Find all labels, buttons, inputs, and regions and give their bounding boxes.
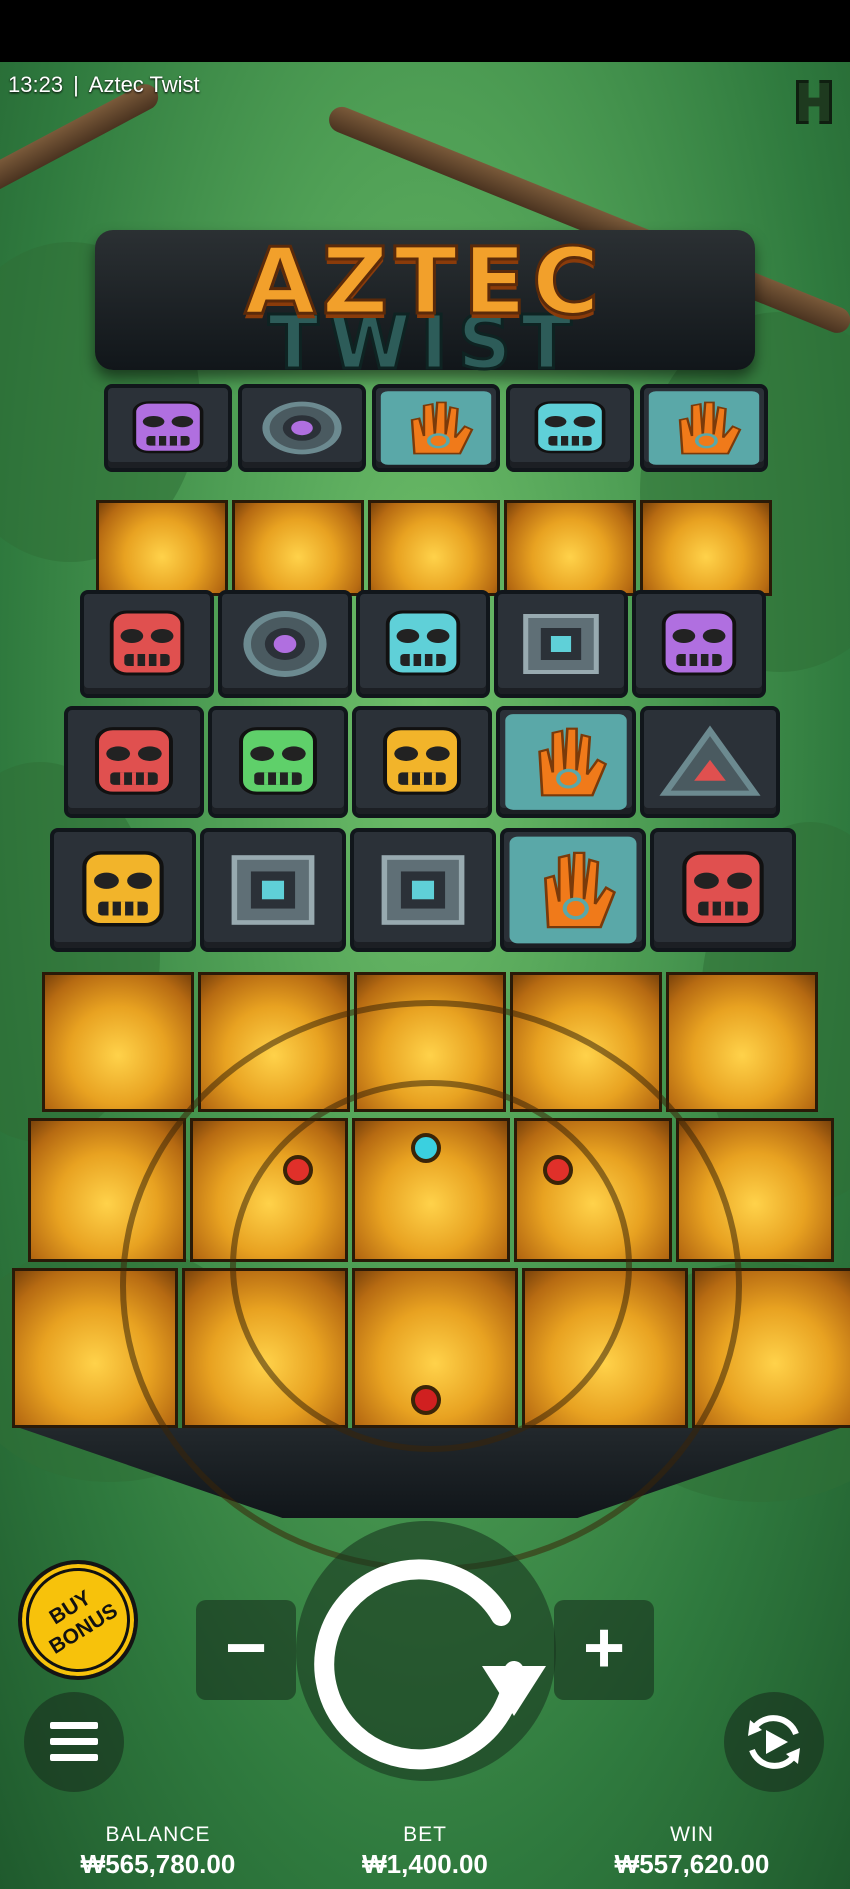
status-separator: |	[73, 72, 79, 97]
purple-skull-symbol-tile	[104, 384, 232, 472]
menu-icon	[50, 1722, 98, 1761]
teal-skull-symbol-tile	[356, 590, 490, 698]
teal-square-symbol-tile	[350, 828, 496, 952]
teal-square-symbol-tile	[494, 590, 628, 698]
gold-block-tile	[504, 500, 636, 596]
purple-ring-symbol-tile	[238, 384, 366, 472]
purple-ring-symbol-tile	[218, 590, 352, 698]
menu-button[interactable]	[24, 1692, 124, 1792]
orange-hand-symbol-tile	[640, 384, 768, 472]
balance-value: ₩565,780.00	[80, 1849, 236, 1879]
gold-block-tile	[232, 500, 364, 596]
bet-label: BET	[403, 1823, 447, 1846]
gold-mega-block-tile	[666, 972, 818, 1112]
spin-icon	[314, 1559, 546, 1770]
balance-display: BALANCE ₩565,780.00	[28, 1823, 288, 1880]
win-display: WIN ₩557,620.00	[562, 1823, 822, 1880]
gold-skull-symbol-tile	[352, 706, 492, 818]
game-logo: TWIST AZTEC	[95, 227, 755, 388]
red-skull-symbol-tile	[650, 828, 796, 952]
orange-hand-symbol-tile	[500, 828, 646, 952]
game-logo-line1: AZTEC	[243, 227, 606, 337]
orange-hand-symbol-tile	[496, 706, 636, 818]
game-screen: 13:23 | Aztec Twist TWIST AZTEC BUY BONU…	[0, 0, 850, 1889]
gold-block-tile	[640, 500, 772, 596]
red-triangle-symbol-tile	[640, 706, 780, 818]
clock: 13:23	[8, 72, 64, 97]
autoplay-icon	[748, 1715, 800, 1769]
game-title: Aztec Twist	[88, 72, 200, 97]
spin-button[interactable]	[296, 1521, 556, 1781]
increase-bet-button[interactable]: +	[554, 1600, 654, 1700]
win-label: WIN	[670, 1823, 714, 1846]
gem-ornament	[411, 1385, 441, 1415]
gem-ornament	[543, 1155, 573, 1185]
gold-skull-symbol-tile	[50, 828, 196, 952]
gold-block-tile	[368, 500, 500, 596]
status-bar: 13:23 | Aztec Twist	[8, 72, 200, 98]
autoplay-button[interactable]	[724, 1692, 824, 1792]
top-notch-bar	[0, 0, 850, 62]
red-skull-symbol-tile	[64, 706, 204, 818]
balance-label: BALANCE	[105, 1823, 211, 1846]
teal-skull-symbol-tile	[506, 384, 634, 472]
gold-block-tile	[96, 500, 228, 596]
decrease-bet-button[interactable]: −	[196, 1600, 296, 1700]
green-skull-symbol-tile	[208, 706, 348, 818]
orange-hand-symbol-tile	[372, 384, 500, 472]
gold-mega-block-tile	[42, 972, 194, 1112]
gem-ornament	[283, 1155, 313, 1185]
gem-ornament	[411, 1133, 441, 1163]
bet-display: BET ₩1,400.00	[295, 1823, 555, 1880]
bet-value: ₩1,400.00	[362, 1849, 488, 1879]
win-value: ₩557,620.00	[614, 1849, 770, 1879]
red-skull-symbol-tile	[80, 590, 214, 698]
purple-skull-symbol-tile	[632, 590, 766, 698]
teal-square-symbol-tile	[200, 828, 346, 952]
